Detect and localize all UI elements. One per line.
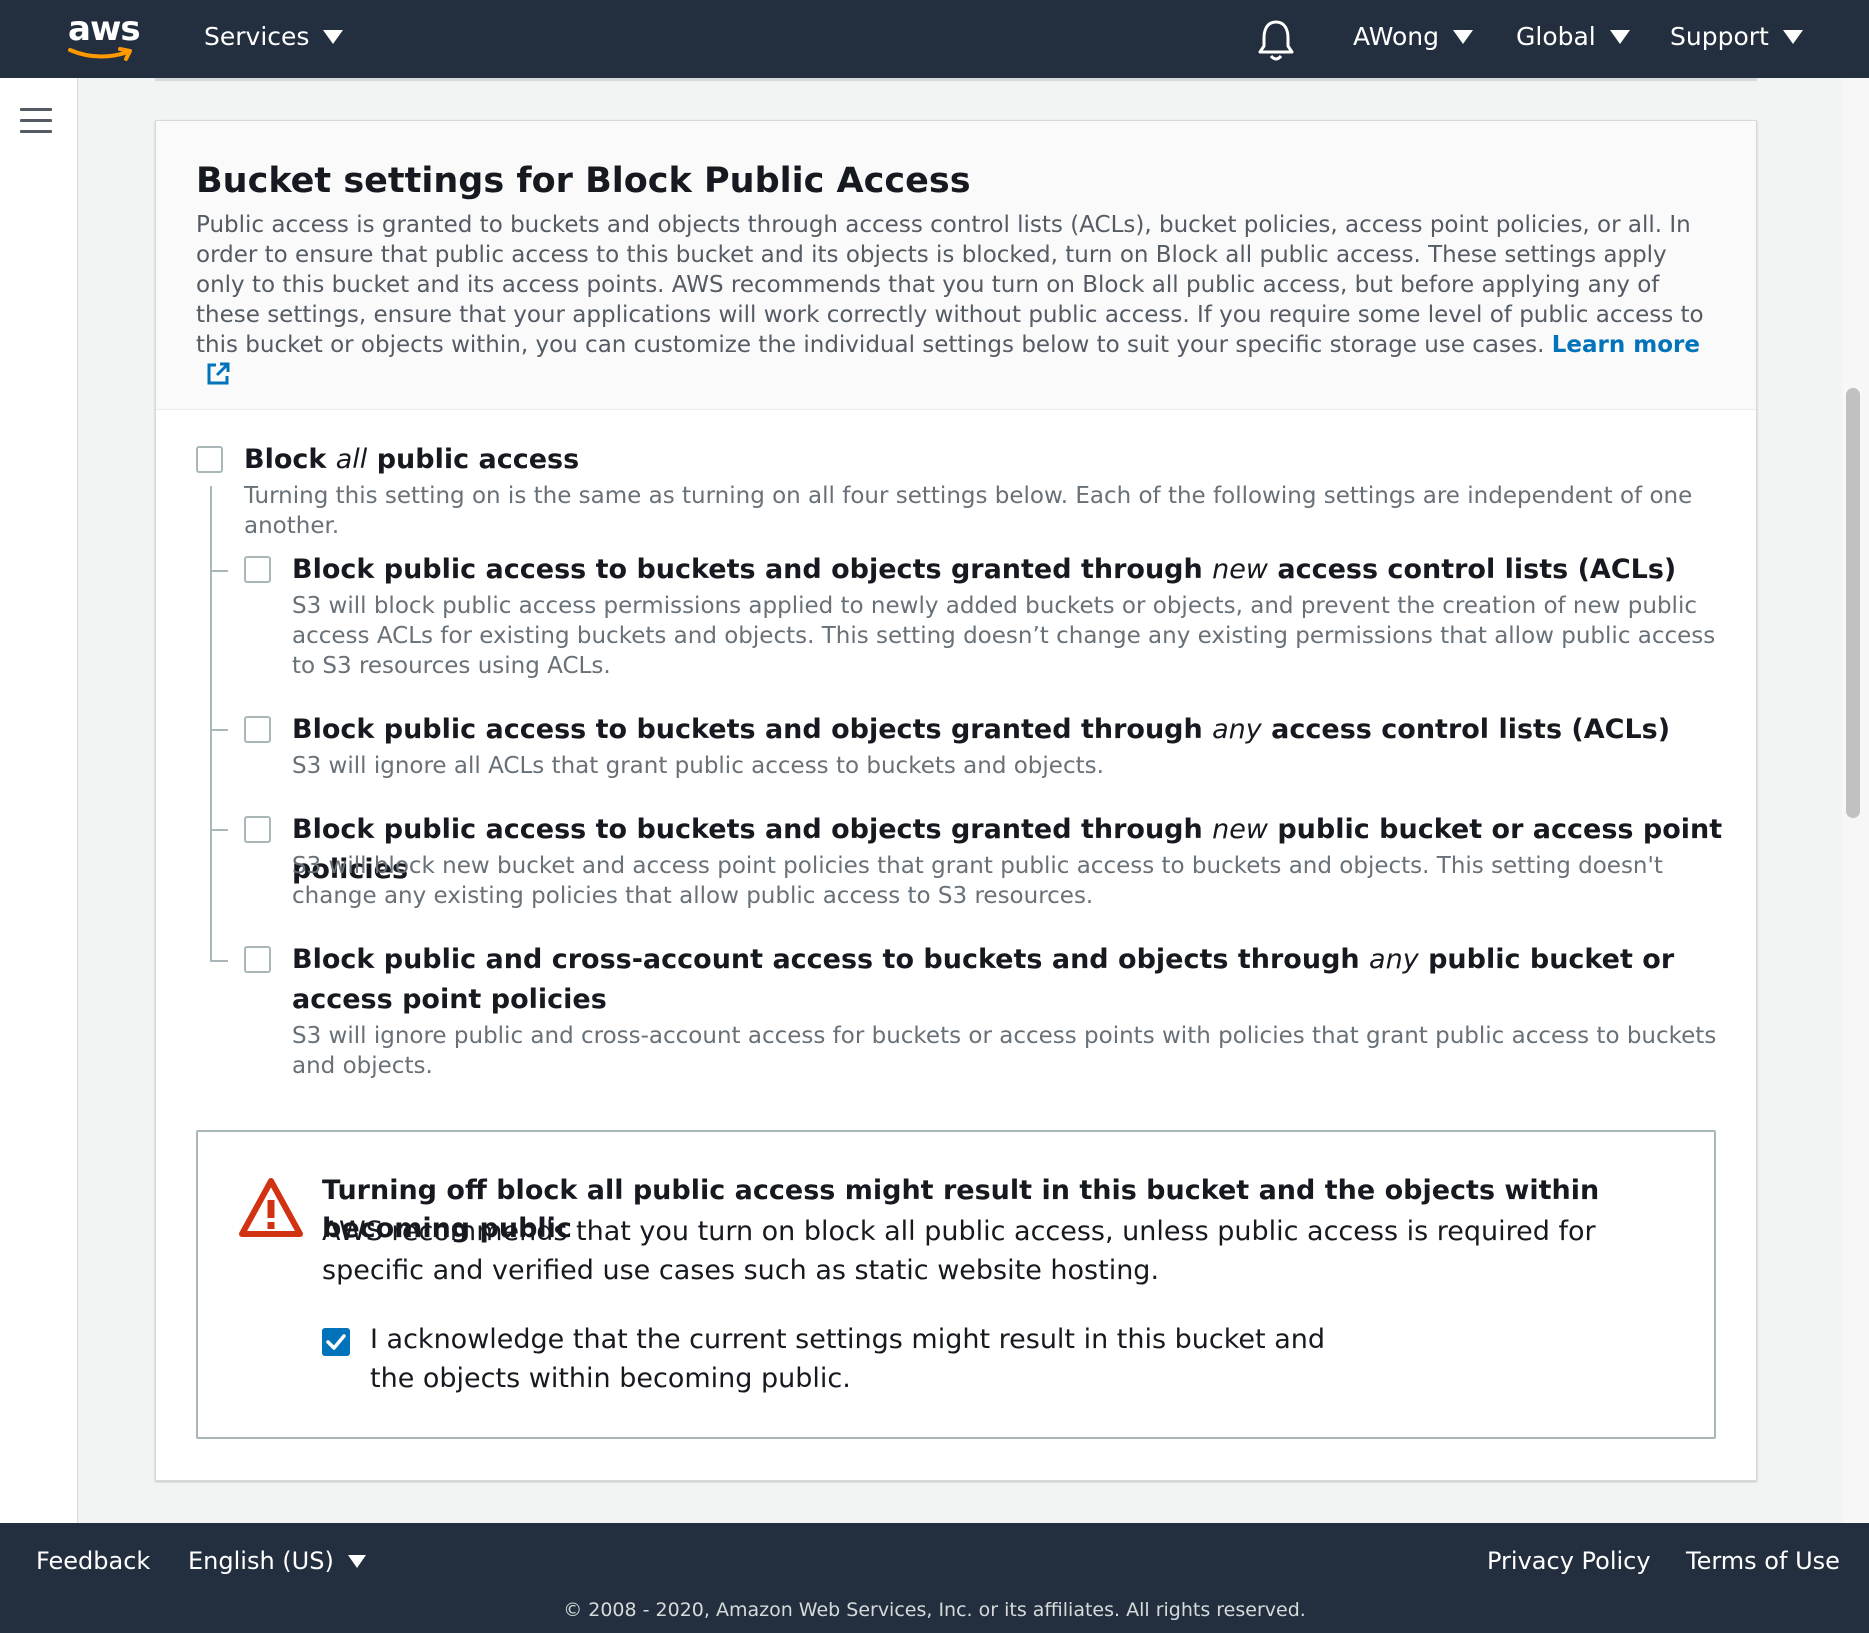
block-any-policies-title: Block public and cross-account access to… xyxy=(292,944,1675,1015)
hamburger-icon[interactable] xyxy=(20,108,52,134)
language-selector[interactable]: English (US) xyxy=(188,1547,366,1575)
tree-branch xyxy=(210,570,228,572)
acknowledge-label[interactable]: I acknowledge that the current settings … xyxy=(370,1320,1370,1398)
block-all-title: Block all public access xyxy=(244,444,580,475)
block-all-checkbox[interactable] xyxy=(196,446,223,473)
region-label: Global xyxy=(1516,22,1596,51)
privacy-policy-link[interactable]: Privacy Policy xyxy=(1487,1547,1651,1575)
block-all-description: Turning this setting on is the same as t… xyxy=(244,483,1693,539)
block-any-acls-checkbox[interactable] xyxy=(244,716,271,743)
external-link-icon xyxy=(207,362,230,385)
smile-arrow-icon xyxy=(68,47,132,61)
terms-of-use-link[interactable]: Terms of Use xyxy=(1686,1547,1840,1575)
panel-description: Public access is granted to buckets and … xyxy=(196,210,1716,391)
block-new-policies-description: S3 will block new bucket and access poin… xyxy=(292,853,1663,909)
user-menu[interactable]: AWong xyxy=(1353,22,1473,51)
warning-icon xyxy=(239,1178,303,1237)
top-navigation: aws Services AWong Global Support xyxy=(0,0,1869,78)
caret-down-icon xyxy=(1782,29,1803,44)
panel-title: Bucket settings for Block Public Access xyxy=(196,161,971,201)
scrollbar-thumb[interactable] xyxy=(1846,388,1860,818)
bell-icon[interactable] xyxy=(1256,18,1296,62)
tree-branch xyxy=(210,729,228,731)
public-access-warning: Turning off block all public access migh… xyxy=(196,1130,1716,1439)
aws-logo[interactable]: aws xyxy=(68,9,141,62)
panel-header: Bucket settings for Block Public Access … xyxy=(156,121,1756,410)
footer: Feedback English (US) Privacy Policy Ter… xyxy=(0,1523,1869,1633)
block-new-acls-title: Block public access to buckets and objec… xyxy=(292,554,1677,585)
feedback-link[interactable]: Feedback xyxy=(36,1547,150,1575)
copyright-text: © 2008 - 2020, Amazon Web Services, Inc.… xyxy=(563,1599,1306,1621)
section-divider xyxy=(155,78,1757,81)
block-new-policies-checkbox[interactable] xyxy=(244,816,271,843)
logo-text: aws xyxy=(68,9,141,49)
tree-branch xyxy=(210,829,228,831)
user-label: AWong xyxy=(1353,22,1439,51)
acknowledge-checkbox[interactable] xyxy=(322,1328,350,1356)
block-any-policies-checkbox[interactable] xyxy=(244,946,271,973)
support-menu[interactable]: Support xyxy=(1670,22,1803,51)
block-any-acls-description: S3 will ignore all ACLs that grant publi… xyxy=(292,753,1104,779)
tree-connector xyxy=(210,486,212,962)
language-label: English (US) xyxy=(188,1547,334,1575)
block-new-acls-checkbox[interactable] xyxy=(244,556,271,583)
checkmark-icon xyxy=(326,1334,346,1350)
region-menu[interactable]: Global xyxy=(1516,22,1630,51)
block-any-acls-title: Block public access to buckets and objec… xyxy=(292,714,1671,745)
caret-down-icon xyxy=(323,29,344,44)
description-text: Public access is granted to buckets and … xyxy=(196,212,1704,358)
learn-more-label: Learn more xyxy=(1551,332,1700,358)
block-new-acls-description: S3 will block public access permissions … xyxy=(292,593,1716,679)
caret-down-icon xyxy=(1453,29,1473,44)
caret-down-icon xyxy=(1609,29,1630,44)
warning-body: AWS recommends that you turn on block al… xyxy=(322,1216,1596,1286)
side-navigation-rail xyxy=(0,78,78,1523)
block-any-policies-description: S3 will ignore public and cross-account … xyxy=(292,1023,1717,1079)
caret-down-icon xyxy=(347,1554,366,1568)
services-menu[interactable]: Services xyxy=(204,22,344,51)
tree-branch xyxy=(210,960,228,962)
services-label: Services xyxy=(204,22,310,51)
support-label: Support xyxy=(1670,22,1769,51)
